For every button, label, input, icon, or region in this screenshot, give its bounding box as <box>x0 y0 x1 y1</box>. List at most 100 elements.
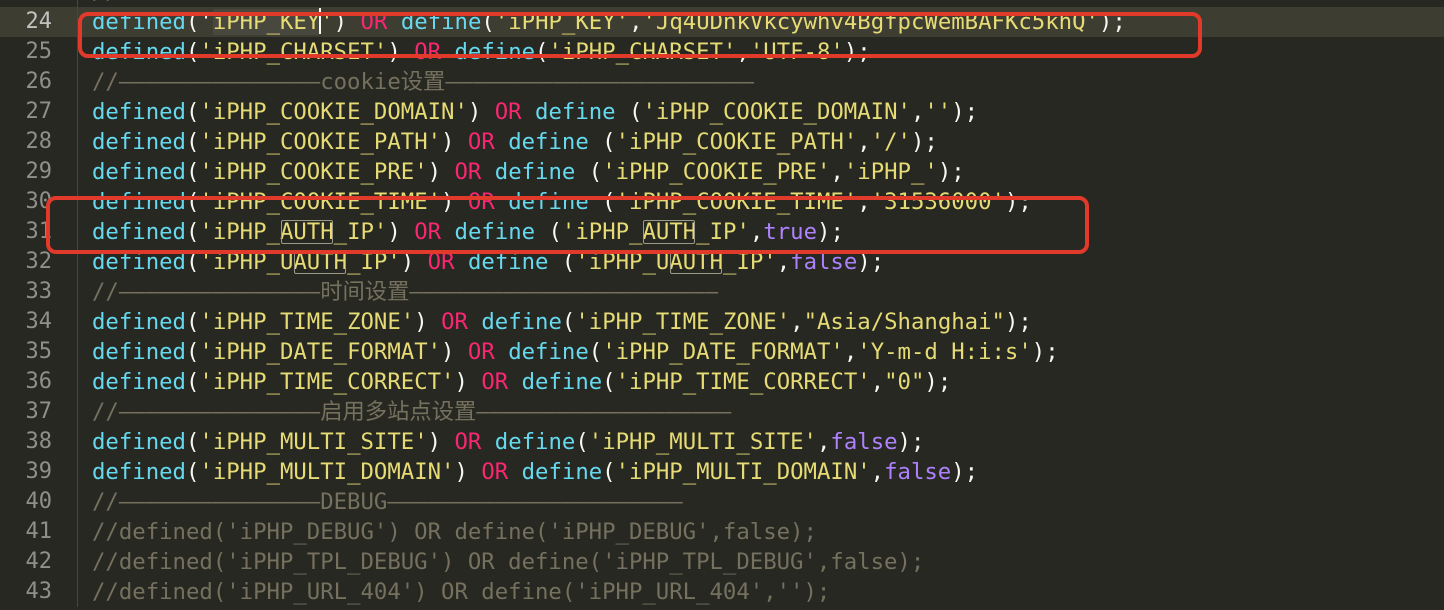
code-token: //defined('iPHP_DEBUG') OR define('iPHP_… <box>92 519 817 545</box>
code-line[interactable]: 23 //————————————————————————————————————… <box>0 0 1444 7</box>
code-token: OR <box>481 369 509 395</box>
indent-guide <box>77 37 78 67</box>
code-line[interactable]: 24 defined('iPHP_KEY') OR define('iPHP_KE… <box>0 7 1444 37</box>
line-number: 27 <box>25 99 53 124</box>
code-line[interactable]: 31 defined('iPHP_AUTH_IP') OR define ('iP… <box>0 217 1444 247</box>
code-text[interactable]: //defined('iPHP_URL_404') OR define('iPH… <box>92 577 830 607</box>
code-token: 'iPHP_U <box>199 249 294 275</box>
code-token: ) <box>427 159 455 185</box>
code-token: define <box>454 39 536 65</box>
code-line[interactable]: 27 defined('iPHP_COOKIE_DOMAIN') OR defin… <box>0 97 1444 127</box>
code-token: _IP' <box>347 249 401 275</box>
code-token: ) <box>333 9 361 35</box>
code-line[interactable]: 35 defined('iPHP_DATE_FORMAT') OR define(… <box>0 337 1444 367</box>
code-text[interactable]: defined('iPHP_DATE_FORMAT') OR define('i… <box>92 337 1059 367</box>
code-line[interactable]: 29 defined('iPHP_COOKIE_PRE') OR define (… <box>0 157 1444 187</box>
code-token: '' <box>924 99 952 125</box>
code-token: OR <box>454 429 482 455</box>
code-text[interactable]: defined('iPHP_COOKIE_PRE') OR define ('i… <box>92 157 965 187</box>
code-token: OR <box>414 39 442 65</box>
code-text[interactable]: defined('iPHP_COOKIE_TIME') OR define ('… <box>92 187 1032 217</box>
code-text[interactable]: //defined('iPHP_TPL_DEBUG') OR define('i… <box>92 547 924 577</box>
indent-guide <box>77 337 78 367</box>
line-number: 39 <box>25 459 53 484</box>
code-line[interactable]: 26 //———————————————cookie设置—————————————… <box>0 67 1444 97</box>
code-text[interactable]: defined('iPHP_KEY') OR define('iPHP_KEY'… <box>92 7 1126 37</box>
code-token: _IP' <box>333 219 388 245</box>
code-line[interactable]: 32 defined('iPHP_UAUTH_IP') OR define ('i… <box>0 247 1444 277</box>
code-token: OR <box>467 189 495 215</box>
code-line[interactable]: 39 defined('iPHP_MULTI_DOMAIN') OR define… <box>0 457 1444 487</box>
code-line[interactable]: 25 defined('iPHP_CHARSET') OR define('iPH… <box>0 37 1444 67</box>
indent-guide <box>77 577 78 607</box>
indent-guide <box>77 7 78 37</box>
code-text[interactable]: defined('iPHP_TIME_CORRECT') OR define('… <box>92 367 951 397</box>
code-text[interactable]: //—————————————————————————————————————— <box>92 0 629 7</box>
code-text[interactable]: //———————————————启用多站点设置————————————————… <box>92 397 731 427</box>
code-text[interactable]: defined('iPHP_COOKIE_DOMAIN') OR define … <box>92 97 978 127</box>
code-token: ); <box>910 129 938 155</box>
code-token: ( <box>602 369 616 395</box>
indent-guide <box>77 547 78 577</box>
code-text[interactable]: defined('iPHP_TIME_ZONE') OR define('iPH… <box>92 307 1032 337</box>
code-editor[interactable]: 23 //————————————————————————————————————… <box>0 0 1444 607</box>
code-token: defined <box>92 249 186 275</box>
code-token: ( <box>185 219 200 245</box>
code-text[interactable]: defined('iPHP_COOKIE_PATH') OR define ('… <box>92 127 938 157</box>
code-line[interactable]: 38 defined('iPHP_MULTI_SITE') OR define('… <box>0 427 1444 457</box>
code-line[interactable]: 43 //defined('iPHP_URL_404') OR define('i… <box>0 577 1444 607</box>
code-token: (' <box>185 9 213 35</box>
code-token: ( <box>588 339 603 365</box>
code-token: 'iPHP_COOKIE_PATH' <box>615 129 858 155</box>
code-token: OR <box>441 309 468 335</box>
code-text[interactable]: //———————————————DEBUG——————————————————… <box>92 487 683 517</box>
code-token: 'iPHP_U <box>575 249 670 275</box>
code-token: OR <box>454 159 482 185</box>
code-line[interactable]: 30 defined('iPHP_COOKIE_TIME') OR define … <box>0 187 1444 217</box>
code-text[interactable]: //defined('iPHP_DEBUG') OR define('iPHP_… <box>92 517 817 547</box>
code-token: 'iPHP_DATE_FORMAT' <box>199 339 442 365</box>
code-token: //———————————————DEBUG——————————————————… <box>92 489 683 515</box>
code-line[interactable]: 28 defined('iPHP_COOKIE_PATH') OR define … <box>0 127 1444 157</box>
code-token: true <box>763 219 818 245</box>
code-token: OR <box>427 249 455 275</box>
line-number: 29 <box>25 159 53 184</box>
line-number: 31 <box>25 219 53 244</box>
code-token: , <box>857 189 871 215</box>
code-text[interactable]: //———————————————cookie设置———————————————… <box>92 67 754 97</box>
code-token: 'Y-m-d H:i:s' <box>857 339 1032 365</box>
indent-guide <box>77 517 78 547</box>
code-token: 'iPHP_COOKIE_PRE' <box>199 159 428 185</box>
code-line[interactable]: 40 //———————————————DEBUG————————————————… <box>0 487 1444 517</box>
code-token: _IP' <box>723 249 777 275</box>
code-line[interactable]: 34 defined('iPHP_TIME_ZONE') OR define('i… <box>0 307 1444 337</box>
indent-guide <box>77 427 78 457</box>
code-token: 'iPHP_TIME_ZONE' <box>575 309 791 335</box>
code-token: 'iPHP_TIME_CORRECT' <box>615 369 871 395</box>
code-text[interactable]: defined('iPHP_AUTH_IP') OR define ('iPHP… <box>92 217 844 247</box>
code-text[interactable]: defined('iPHP_CHARSET') OR define('iPHP_… <box>92 37 871 67</box>
code-line[interactable]: 41 //defined('iPHP_DEBUG') OR define('iPH… <box>0 517 1444 547</box>
code-token: define <box>508 339 589 365</box>
code-text[interactable]: defined('iPHP_MULTI_SITE') OR define('iP… <box>92 427 924 457</box>
code-line[interactable]: 36 defined('iPHP_TIME_CORRECT') OR define… <box>0 367 1444 397</box>
code-line[interactable]: 33 //———————————————时间设置—————————————————… <box>0 277 1444 307</box>
code-token: //———————————————启用多站点设置————————————————… <box>92 399 732 425</box>
code-token: false <box>830 429 898 455</box>
code-line[interactable]: 37 //———————————————启用多站点设置——————————————… <box>0 397 1444 427</box>
code-text[interactable]: //———————————————时间设置———————————————————… <box>92 277 718 307</box>
selected-token: iPHP_KEY <box>212 9 321 35</box>
code-token: OR <box>414 219 442 245</box>
code-text[interactable]: defined('iPHP_UAUTH_IP') OR define ('iPH… <box>92 247 884 277</box>
code-line[interactable]: 42 //defined('iPHP_TPL_DEBUG') OR define(… <box>0 547 1444 577</box>
code-token: ( <box>185 249 200 275</box>
code-token: 'iPHP_COOKIE_TIME' <box>615 189 858 215</box>
code-token: ) <box>427 429 455 455</box>
code-token: ( <box>535 219 562 245</box>
code-token: '/' <box>870 129 911 155</box>
code-text[interactable]: defined('iPHP_MULTI_DOMAIN') OR define('… <box>92 457 978 487</box>
code-token: defined <box>92 429 186 455</box>
code-token: defined <box>92 129 186 155</box>
code-token: ) <box>441 339 468 365</box>
